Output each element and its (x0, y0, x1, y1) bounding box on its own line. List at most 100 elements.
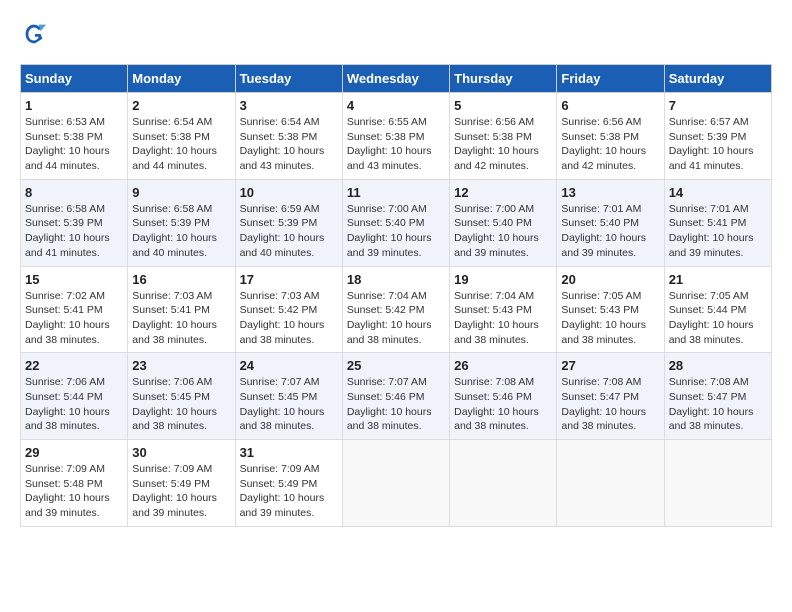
calendar-day-cell: 5 Sunrise: 6:56 AMSunset: 5:38 PMDaylight… (450, 93, 557, 180)
calendar-day-cell: 21 Sunrise: 7:05 AMSunset: 5:44 PMDayligh… (664, 266, 771, 353)
day-header-thursday: Thursday (450, 65, 557, 93)
day-info: Sunrise: 6:54 AMSunset: 5:38 PMDaylight:… (240, 115, 338, 174)
day-number: 13 (561, 185, 659, 200)
calendar-day-cell: 10 Sunrise: 6:59 AMSunset: 5:39 PMDayligh… (235, 179, 342, 266)
day-info: Sunrise: 7:07 AMSunset: 5:45 PMDaylight:… (240, 375, 338, 434)
day-info: Sunrise: 6:58 AMSunset: 5:39 PMDaylight:… (25, 202, 123, 261)
day-info: Sunrise: 7:06 AMSunset: 5:45 PMDaylight:… (132, 375, 230, 434)
day-number: 6 (561, 98, 659, 113)
calendar-week-row: 8 Sunrise: 6:58 AMSunset: 5:39 PMDaylight… (21, 179, 772, 266)
day-number: 3 (240, 98, 338, 113)
day-info: Sunrise: 6:54 AMSunset: 5:38 PMDaylight:… (132, 115, 230, 174)
day-info: Sunrise: 7:09 AMSunset: 5:48 PMDaylight:… (25, 462, 123, 521)
empty-cell (450, 440, 557, 527)
day-info: Sunrise: 7:08 AMSunset: 5:47 PMDaylight:… (561, 375, 659, 434)
day-info: Sunrise: 7:03 AMSunset: 5:42 PMDaylight:… (240, 289, 338, 348)
day-number: 27 (561, 358, 659, 373)
calendar-day-cell: 23 Sunrise: 7:06 AMSunset: 5:45 PMDayligh… (128, 353, 235, 440)
day-info: Sunrise: 6:55 AMSunset: 5:38 PMDaylight:… (347, 115, 445, 174)
calendar-day-cell: 1Sunrise: 6:53 AMSunset: 5:38 PMDaylight… (21, 93, 128, 180)
day-info: Sunrise: 6:59 AMSunset: 5:39 PMDaylight:… (240, 202, 338, 261)
day-number: 24 (240, 358, 338, 373)
day-header-friday: Friday (557, 65, 664, 93)
calendar-day-cell: 8 Sunrise: 6:58 AMSunset: 5:39 PMDaylight… (21, 179, 128, 266)
day-info: Sunrise: 6:57 AMSunset: 5:39 PMDaylight:… (669, 115, 767, 174)
calendar-day-cell: 13 Sunrise: 7:01 AMSunset: 5:40 PMDayligh… (557, 179, 664, 266)
day-info: Sunrise: 7:04 AMSunset: 5:42 PMDaylight:… (347, 289, 445, 348)
day-number: 23 (132, 358, 230, 373)
day-info: Sunrise: 6:58 AMSunset: 5:39 PMDaylight:… (132, 202, 230, 261)
day-number: 8 (25, 185, 123, 200)
day-header-wednesday: Wednesday (342, 65, 449, 93)
day-number: 25 (347, 358, 445, 373)
day-info: Sunrise: 7:07 AMSunset: 5:46 PMDaylight:… (347, 375, 445, 434)
calendar-week-row: 15 Sunrise: 7:02 AMSunset: 5:41 PMDayligh… (21, 266, 772, 353)
calendar-day-cell: 4 Sunrise: 6:55 AMSunset: 5:38 PMDaylight… (342, 93, 449, 180)
calendar-day-cell: 28 Sunrise: 7:08 AMSunset: 5:47 PMDayligh… (664, 353, 771, 440)
calendar-day-cell: 30Sunrise: 7:09 AMSunset: 5:49 PMDayligh… (128, 440, 235, 527)
calendar-day-cell: 17Sunrise: 7:03 AMSunset: 5:42 PMDayligh… (235, 266, 342, 353)
calendar-day-cell: 22Sunrise: 7:06 AMSunset: 5:44 PMDayligh… (21, 353, 128, 440)
empty-cell (664, 440, 771, 527)
day-info: Sunrise: 7:05 AMSunset: 5:44 PMDaylight:… (669, 289, 767, 348)
calendar-day-cell: 11 Sunrise: 7:00 AMSunset: 5:40 PMDayligh… (342, 179, 449, 266)
day-info: Sunrise: 7:04 AMSunset: 5:43 PMDaylight:… (454, 289, 552, 348)
day-number: 11 (347, 185, 445, 200)
day-number: 21 (669, 272, 767, 287)
day-info: Sunrise: 6:56 AMSunset: 5:38 PMDaylight:… (561, 115, 659, 174)
calendar-day-cell: 29 Sunrise: 7:09 AMSunset: 5:48 PMDayligh… (21, 440, 128, 527)
day-info: Sunrise: 7:09 AMSunset: 5:49 PMDaylight:… (132, 462, 230, 521)
day-number: 9 (132, 185, 230, 200)
calendar-week-row: 29 Sunrise: 7:09 AMSunset: 5:48 PMDayligh… (21, 440, 772, 527)
calendar-day-cell: 6 Sunrise: 6:56 AMSunset: 5:38 PMDaylight… (557, 93, 664, 180)
day-info: Sunrise: 7:08 AMSunset: 5:47 PMDaylight:… (669, 375, 767, 434)
day-info: Sunrise: 7:02 AMSunset: 5:41 PMDaylight:… (25, 289, 123, 348)
day-number: 18 (347, 272, 445, 287)
empty-cell (342, 440, 449, 527)
calendar-day-cell: 7Sunrise: 6:57 AMSunset: 5:39 PMDaylight… (664, 93, 771, 180)
day-info: Sunrise: 6:56 AMSunset: 5:38 PMDaylight:… (454, 115, 552, 174)
calendar-day-cell: 15 Sunrise: 7:02 AMSunset: 5:41 PMDayligh… (21, 266, 128, 353)
day-number: 10 (240, 185, 338, 200)
day-number: 16 (132, 272, 230, 287)
calendar-day-cell: 19 Sunrise: 7:04 AMSunset: 5:43 PMDayligh… (450, 266, 557, 353)
calendar-day-cell: 31 Sunrise: 7:09 AMSunset: 5:49 PMDayligh… (235, 440, 342, 527)
day-number: 20 (561, 272, 659, 287)
logo-icon (20, 20, 48, 48)
day-number: 28 (669, 358, 767, 373)
calendar-week-row: 1Sunrise: 6:53 AMSunset: 5:38 PMDaylight… (21, 93, 772, 180)
calendar-day-cell: 27 Sunrise: 7:08 AMSunset: 5:47 PMDayligh… (557, 353, 664, 440)
day-info: Sunrise: 7:00 AMSunset: 5:40 PMDaylight:… (347, 202, 445, 261)
calendar-body: 1Sunrise: 6:53 AMSunset: 5:38 PMDaylight… (21, 93, 772, 527)
day-number: 22 (25, 358, 123, 373)
logo (20, 20, 52, 48)
day-number: 1 (25, 98, 123, 113)
day-info: Sunrise: 7:01 AMSunset: 5:41 PMDaylight:… (669, 202, 767, 261)
day-info: Sunrise: 7:05 AMSunset: 5:43 PMDaylight:… (561, 289, 659, 348)
calendar-day-cell: 2Sunrise: 6:54 AMSunset: 5:38 PMDaylight… (128, 93, 235, 180)
page-header (20, 20, 772, 48)
day-number: 29 (25, 445, 123, 460)
calendar-day-cell: 3 Sunrise: 6:54 AMSunset: 5:38 PMDaylight… (235, 93, 342, 180)
calendar-table: SundayMondayTuesdayWednesdayThursdayFrid… (20, 64, 772, 527)
calendar-week-row: 22Sunrise: 7:06 AMSunset: 5:44 PMDayligh… (21, 353, 772, 440)
day-number: 14 (669, 185, 767, 200)
day-number: 31 (240, 445, 338, 460)
day-info: Sunrise: 7:01 AMSunset: 5:40 PMDaylight:… (561, 202, 659, 261)
day-header-sunday: Sunday (21, 65, 128, 93)
day-header-tuesday: Tuesday (235, 65, 342, 93)
day-info: Sunrise: 7:09 AMSunset: 5:49 PMDaylight:… (240, 462, 338, 521)
empty-cell (557, 440, 664, 527)
day-number: 26 (454, 358, 552, 373)
day-number: 5 (454, 98, 552, 113)
day-number: 19 (454, 272, 552, 287)
day-number: 15 (25, 272, 123, 287)
day-number: 4 (347, 98, 445, 113)
day-info: Sunrise: 7:08 AMSunset: 5:46 PMDaylight:… (454, 375, 552, 434)
calendar-day-cell: 25 Sunrise: 7:07 AMSunset: 5:46 PMDayligh… (342, 353, 449, 440)
calendar-day-cell: 24 Sunrise: 7:07 AMSunset: 5:45 PMDayligh… (235, 353, 342, 440)
calendar-day-cell: 12Sunrise: 7:00 AMSunset: 5:40 PMDayligh… (450, 179, 557, 266)
calendar-header-row: SundayMondayTuesdayWednesdayThursdayFrid… (21, 65, 772, 93)
day-info: Sunrise: 7:03 AMSunset: 5:41 PMDaylight:… (132, 289, 230, 348)
calendar-day-cell: 9 Sunrise: 6:58 AMSunset: 5:39 PMDaylight… (128, 179, 235, 266)
